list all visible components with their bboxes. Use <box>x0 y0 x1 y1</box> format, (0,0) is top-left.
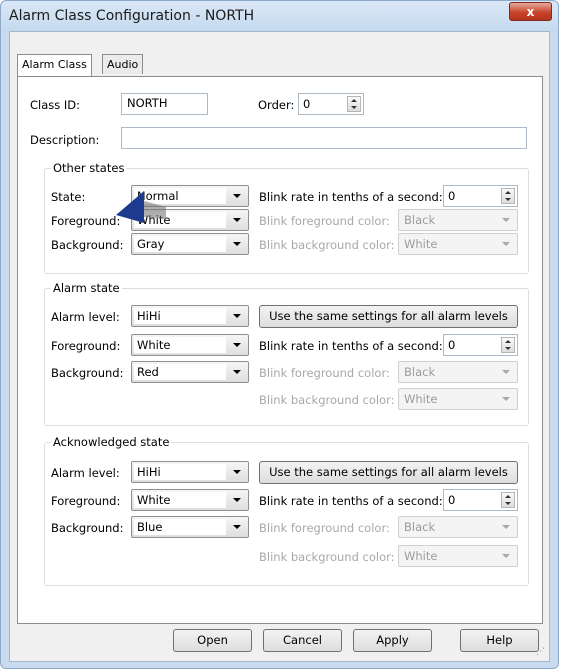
ack-blink-rate-spin-arrows[interactable] <box>501 492 515 508</box>
description-input[interactable] <box>121 127 527 149</box>
other-blink-bg-label: Blink background color: <box>259 238 395 252</box>
open-button[interactable]: Open <box>173 629 252 652</box>
dialog-window: Alarm Class Configuration - NORTH x Alar… <box>0 0 559 669</box>
alarm-class-panel: Class ID: NORTH Order: 0 Description: Ot… <box>17 76 543 624</box>
ack-level-value: HiHi <box>134 464 226 480</box>
ack-level-label: Alarm level: <box>51 466 120 480</box>
ack-blink-fg-dropdown: Black <box>398 516 518 538</box>
chevron-down-icon <box>233 218 241 222</box>
cancel-button[interactable]: Cancel <box>263 629 342 652</box>
ack-foreground-label: Foreground: <box>51 494 121 508</box>
chevron-down-icon <box>502 397 510 401</box>
chevron-down-icon <box>233 370 241 374</box>
window-title: Alarm Class Configuration - NORTH <box>9 8 255 24</box>
chevron-down-icon <box>233 498 241 502</box>
close-button[interactable]: x <box>509 2 552 21</box>
alarm-blink-bg-dropdown: White <box>398 388 518 410</box>
alarm-background-label: Background: <box>51 366 124 380</box>
other-background-value: Gray <box>134 236 226 252</box>
apply-button[interactable]: Apply <box>353 629 432 652</box>
order-label: Order: <box>258 98 295 112</box>
other-background-label: Background: <box>51 238 124 252</box>
alarm-blink-bg-label: Blink background color: <box>259 393 395 407</box>
chevron-down-icon <box>502 554 510 558</box>
other-blink-bg-value: White <box>404 237 438 251</box>
other-blink-bg-dropdown: White <box>398 233 518 255</box>
ack-background-dropdown[interactable]: Blue <box>131 516 249 538</box>
chevron-down-icon <box>502 370 510 374</box>
other-blink-fg-dropdown: Black <box>398 209 518 231</box>
ack-foreground-value: White <box>134 492 226 508</box>
alarm-blink-rate-spinner[interactable]: 0 <box>443 334 518 356</box>
ack-foreground-dropdown[interactable]: White <box>131 489 249 511</box>
ack-blink-bg-label: Blink background color: <box>259 550 395 564</box>
alarm-blink-bg-value: White <box>404 392 438 406</box>
tab-audio[interactable]: Audio <box>102 54 144 74</box>
alarm-blink-fg-label: Blink foreground color: <box>259 366 390 380</box>
alarm-blink-rate-label: Blink rate in tenths of a second: <box>259 339 443 353</box>
alarm-foreground-value: White <box>134 337 226 353</box>
chevron-down-icon <box>233 343 241 347</box>
state-label: State: <box>51 190 86 204</box>
pointer-arrow-icon <box>116 191 166 223</box>
ack-blink-rate-label: Blink rate in tenths of a second: <box>259 494 443 508</box>
alarm-background-dropdown[interactable]: Red <box>131 361 249 383</box>
description-label: Description: <box>30 133 100 147</box>
alarm-foreground-dropdown[interactable]: White <box>131 334 249 356</box>
ack-same-settings-button[interactable]: Use the same settings for all alarm leve… <box>259 461 518 484</box>
chevron-down-icon <box>233 470 241 474</box>
order-spin-arrows[interactable] <box>347 96 361 112</box>
chevron-down-icon <box>502 525 510 529</box>
title-bar[interactable]: Alarm Class Configuration - NORTH x <box>1 1 558 31</box>
alarm-blink-rate-value: 0 <box>448 338 456 352</box>
alarm-blink-rate-spin-arrows[interactable] <box>501 337 515 353</box>
alarm-level-label: Alarm level: <box>51 310 120 324</box>
other-blink-rate-label: Blink rate in tenths of a second: <box>259 190 443 204</box>
chevron-down-icon <box>233 314 241 318</box>
other-states-legend: Other states <box>51 161 127 175</box>
alarm-blink-fg-value: Black <box>404 365 436 379</box>
dialog-client-area: Alarm Class Audio Class ID: NORTH Order:… <box>9 31 550 662</box>
chevron-down-icon <box>502 218 510 222</box>
alarm-blink-fg-dropdown: Black <box>398 361 518 383</box>
resize-grip-icon[interactable]: ⋰ <box>536 647 545 657</box>
ack-blink-bg-value: White <box>404 549 438 563</box>
ack-blink-fg-value: Black <box>404 520 436 534</box>
class-id-input[interactable]: NORTH <box>121 93 208 115</box>
order-spinner[interactable]: 0 <box>298 93 364 115</box>
other-blink-rate-spinner[interactable]: 0 <box>443 185 518 207</box>
alarm-same-settings-button[interactable]: Use the same settings for all alarm leve… <box>259 305 518 328</box>
ack-background-value: Blue <box>134 519 226 535</box>
other-foreground-label: Foreground: <box>51 214 121 228</box>
ack-blink-bg-dropdown: White <box>398 545 518 567</box>
alarm-background-value: Red <box>134 364 226 380</box>
class-id-label: Class ID: <box>30 98 81 112</box>
acknowledged-state-legend: Acknowledged state <box>51 435 172 449</box>
ack-level-dropdown[interactable]: HiHi <box>131 461 249 483</box>
alarm-foreground-label: Foreground: <box>51 339 121 353</box>
help-button[interactable]: Help <box>460 629 539 652</box>
alarm-state-legend: Alarm state <box>51 281 122 295</box>
other-background-dropdown[interactable]: Gray <box>131 233 249 255</box>
chevron-down-icon <box>233 194 241 198</box>
ack-blink-fg-label: Blink foreground color: <box>259 521 390 535</box>
alarm-level-dropdown[interactable]: HiHi <box>131 305 249 327</box>
chevron-down-icon <box>233 242 241 246</box>
alarm-level-value: HiHi <box>134 308 226 324</box>
ack-blink-rate-spinner[interactable]: 0 <box>443 489 518 511</box>
other-blink-rate-value: 0 <box>448 189 456 203</box>
order-value: 0 <box>303 97 311 111</box>
tab-alarm-class[interactable]: Alarm Class <box>17 54 92 76</box>
other-blink-fg-value: Black <box>404 213 436 227</box>
other-blink-fg-label: Blink foreground color: <box>259 214 390 228</box>
ack-background-label: Background: <box>51 521 124 535</box>
chevron-down-icon <box>502 242 510 246</box>
chevron-down-icon <box>233 525 241 529</box>
other-blink-rate-spin-arrows[interactable] <box>501 188 515 204</box>
ack-blink-rate-value: 0 <box>448 493 456 507</box>
